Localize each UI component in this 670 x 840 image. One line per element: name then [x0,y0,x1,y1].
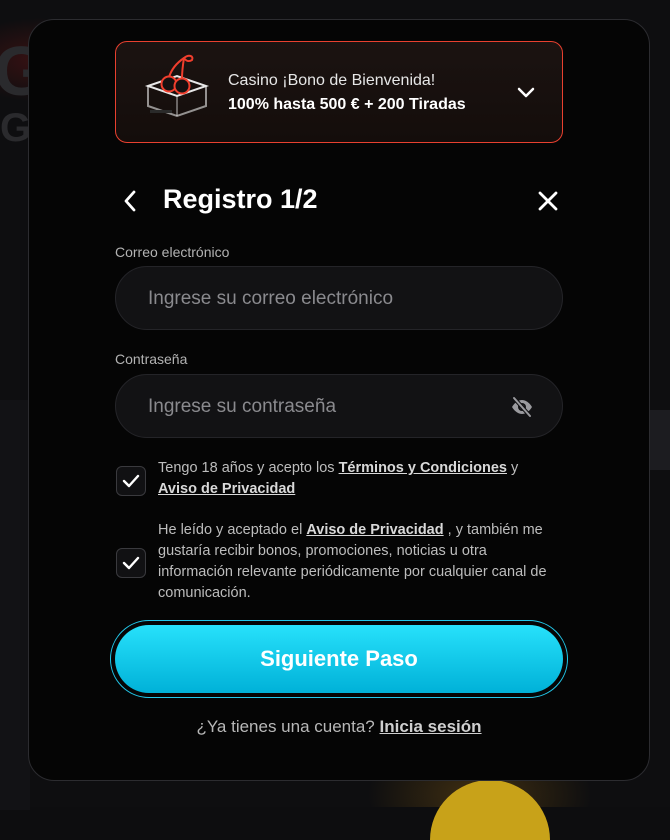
privacy-link[interactable]: Aviso de Privacidad [306,522,443,538]
next-step-button[interactable]: Siguiente Paso [115,625,563,693]
page-title: Registro 1/2 [163,184,318,215]
cherry-box-icon [142,50,212,120]
bonus-offer: 100% hasta 500 € + 200 Tiradas [228,96,466,114]
close-icon[interactable] [535,188,561,214]
terms-link[interactable]: Términos y Condiciones [339,460,507,476]
checkmark-icon [122,555,140,571]
login-prompt: ¿Ya tienes una cuenta? Inicia sesión [29,717,649,737]
chevron-down-icon[interactable] [516,82,536,102]
welcome-bonus-banner[interactable]: Casino ¡Bono de Bienvenida! 100% hasta 5… [115,41,563,143]
password-field-container [115,374,563,438]
age-terms-text: Tengo 18 años y acepto los Términos y Co… [158,458,558,500]
checkmark-icon [122,473,140,489]
consent-text: y [507,460,518,476]
background-coin [430,780,550,840]
password-label: Contraseña [115,351,187,367]
age-terms-checkbox[interactable] [116,466,146,496]
marketing-consent-text: He leído y aceptado el Aviso de Privacid… [158,520,558,604]
privacy-link[interactable]: Aviso de Privacidad [158,481,295,497]
login-link[interactable]: Inicia sesión [380,717,482,736]
background-strip-right [650,410,670,470]
eye-off-icon[interactable] [510,395,534,419]
chevron-left-icon[interactable] [119,187,143,215]
background-decoration-2: G [0,108,31,148]
marketing-consent-checkbox[interactable] [116,548,146,578]
consent-text: Tengo 18 años y acepto los [158,460,339,476]
registration-modal: Casino ¡Bono de Bienvenida! 100% hasta 5… [28,19,650,781]
login-question: ¿Ya tienes una cuenta? [196,717,374,736]
bonus-title: Casino ¡Bono de Bienvenida! [228,72,435,90]
email-field-container [115,266,563,330]
email-label: Correo electrónico [115,244,229,260]
consent-text: He leído y aceptado el [158,522,306,538]
password-input[interactable] [146,375,490,439]
background-strip [0,400,30,810]
email-input[interactable] [146,267,490,331]
